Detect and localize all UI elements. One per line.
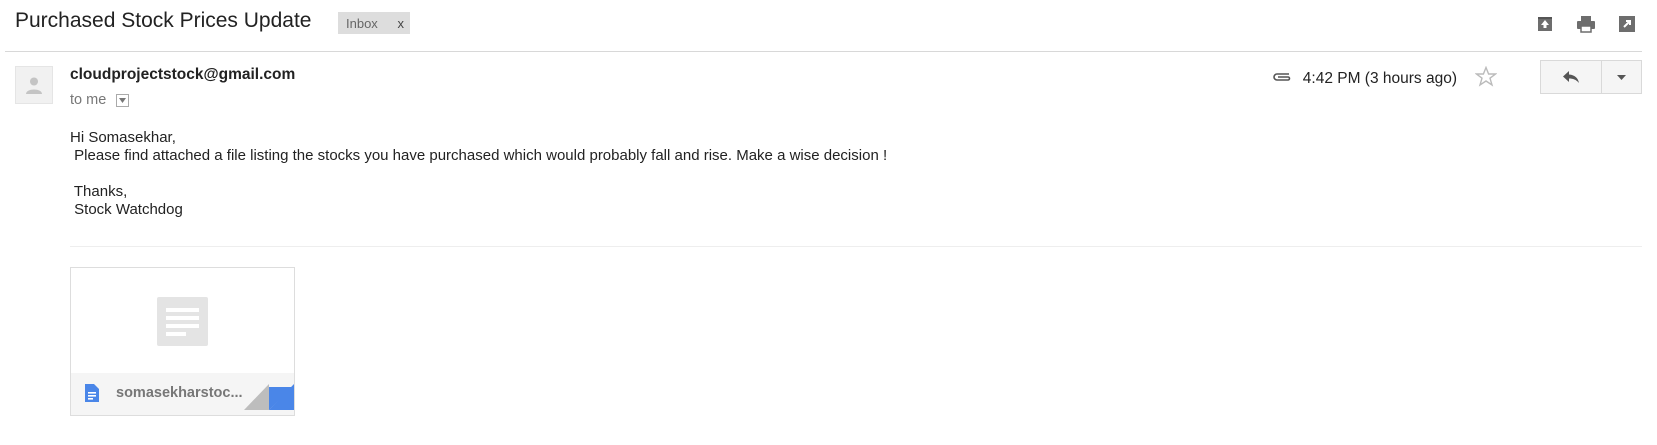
chevron-down-icon — [1617, 74, 1626, 80]
print-icon[interactable] — [1575, 13, 1596, 34]
star-icon[interactable] — [1474, 65, 1498, 92]
sender-email[interactable]: cloudprojectstock@gmail.com — [70, 66, 295, 84]
document-icon — [85, 384, 99, 407]
more-actions-button[interactable] — [1602, 60, 1642, 94]
attachment-card[interactable]: somasekharstoc... — [70, 267, 295, 416]
person-icon — [26, 77, 42, 94]
attachment-filename: somasekharstoc... — [116, 385, 243, 401]
message-meta: 4:42 PM (3 hours ago) — [1271, 65, 1498, 92]
message-time: 4:42 PM (3 hours ago) — [1302, 70, 1457, 87]
paperclip-icon — [1271, 70, 1293, 88]
header-divider — [5, 51, 1642, 52]
reply-icon — [1563, 71, 1579, 83]
open-in-new-window-icon[interactable] — [1616, 13, 1637, 34]
attachment-separator — [70, 246, 1642, 247]
inbox-label[interactable]: Inbox x — [338, 12, 410, 34]
label-remove-button[interactable]: x — [398, 16, 405, 31]
email-subject: Purchased Stock Prices Update — [15, 9, 312, 32]
archive-icon[interactable] — [1534, 13, 1555, 34]
label-text: Inbox — [346, 15, 378, 31]
chevron-down-icon — [119, 97, 127, 103]
recipient-line: to me — [70, 92, 130, 108]
download-corner-icon[interactable] — [244, 384, 294, 415]
toolbar-icons — [1534, 13, 1637, 34]
attachment-preview — [71, 268, 294, 375]
message-body: Hi Somasekhar, Please find attached a fi… — [70, 129, 888, 218]
attachment-footer: somasekharstoc... — [71, 373, 294, 415]
recipient-text: to me — [70, 92, 107, 108]
show-details-button[interactable] — [116, 93, 130, 107]
document-preview-icon — [157, 297, 208, 346]
avatar — [15, 66, 53, 104]
reply-button[interactable] — [1540, 60, 1602, 94]
reply-button-group — [1540, 60, 1642, 94]
